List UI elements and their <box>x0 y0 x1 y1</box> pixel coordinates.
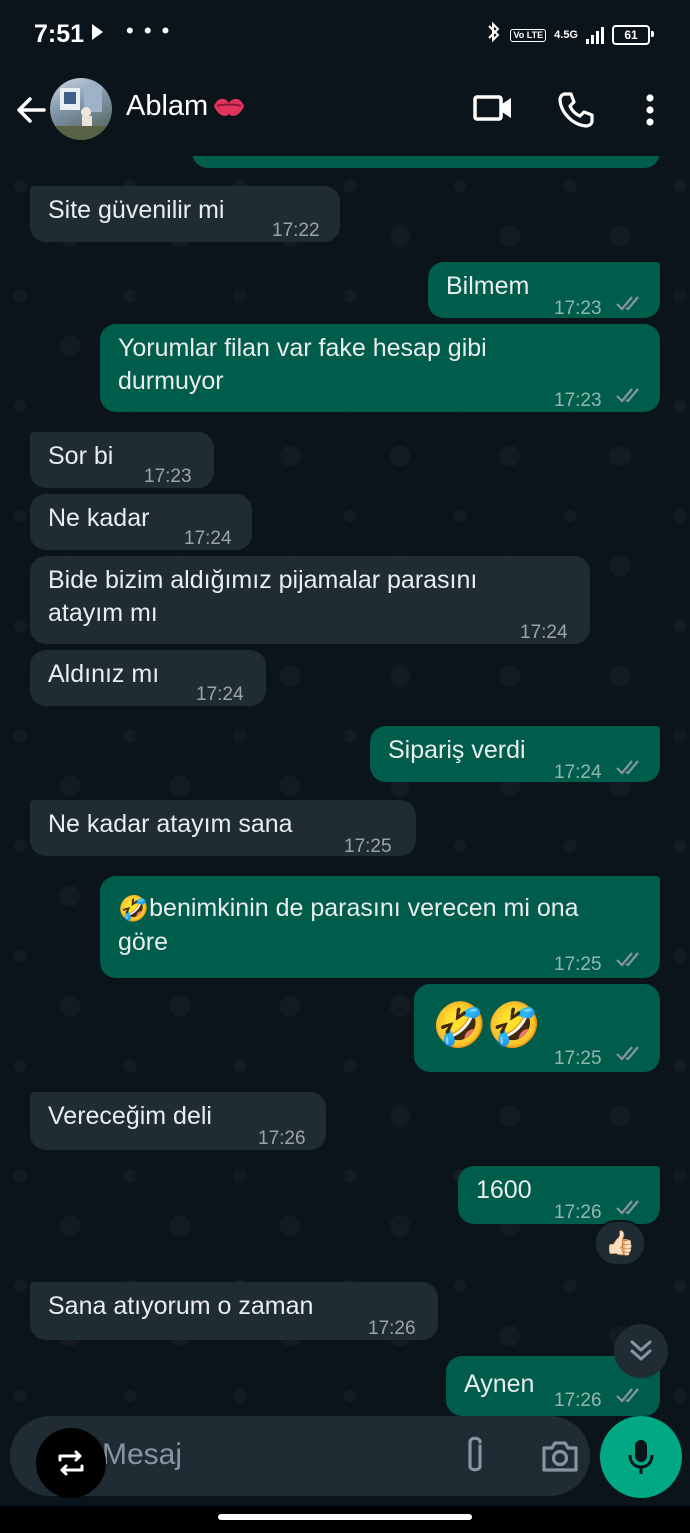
message-text: Ne kadar atayım sana <box>48 810 293 838</box>
message-text: Aldınız mı <box>48 660 160 688</box>
message-text: Yorumlar filan var fake hesap gibi durmu… <box>118 334 487 395</box>
message-bubble-outgoing[interactable] <box>192 156 660 168</box>
volte-badge: Vo LTE <box>510 28 547 42</box>
message-text-body: benimkinin de parasını verecen mi ona gö… <box>118 894 579 956</box>
message-bubble-outgoing[interactable]: Sipariş verdi 17:24 <box>370 726 660 783</box>
message-bubble-incoming[interactable]: Aldınız mı 17:24 <box>30 650 266 706</box>
chat-header: Ablam <box>0 72 690 156</box>
more-options-icon[interactable] <box>642 92 658 128</box>
message-bubble-incoming[interactable]: Sana atıyorum o zaman 17:26 <box>30 1282 438 1340</box>
message-bubble-outgoing[interactable]: 🤣benimkinin de parasını verecen mi ona g… <box>100 876 660 978</box>
message-text: Sor bi <box>48 442 114 470</box>
message-text: Vereceğim deli <box>48 1102 212 1130</box>
message-text: Aynen <box>464 1370 535 1398</box>
message-bubble-incoming[interactable]: Ne kadar atayım sana 17:25 <box>30 800 416 857</box>
read-receipt-icon <box>616 1046 639 1061</box>
message-bubble-incoming[interactable]: Site güvenilir mi 17:22 <box>30 186 340 242</box>
message-bubble-incoming[interactable]: Ne kadar 17:24 <box>30 494 252 550</box>
message-time: 17:26 <box>554 1202 602 1223</box>
read-receipt-icon <box>616 1200 639 1215</box>
message-time: 17:24 <box>196 684 244 705</box>
read-receipt-icon <box>616 296 639 311</box>
status-time: 7:51 <box>34 20 85 48</box>
kiss-mark-icon <box>214 98 244 116</box>
message-bubble-incoming[interactable]: Vereceğim deli 17:26 <box>30 1092 326 1150</box>
message-text: Sipariş verdi <box>388 736 526 764</box>
message-bubble-outgoing[interactable]: 🤣🤣 17:25 <box>414 984 660 1072</box>
message-bubble-incoming[interactable]: Bide bizim aldığımız pijamalar parasını … <box>30 556 590 644</box>
message-text: Bilmem <box>446 272 530 300</box>
bluetooth-icon <box>486 20 502 50</box>
message-time: 17:24 <box>184 528 232 549</box>
message-bubble-outgoing[interactable]: 1600 17:26 <box>458 1166 660 1224</box>
message-text: Bide bizim aldığımız pijamalar parasını … <box>48 566 478 627</box>
message-text: 1600 <box>476 1176 532 1204</box>
read-receipt-icon <box>616 952 639 967</box>
message-time: 17:24 <box>554 762 602 783</box>
battery-icon: 61 <box>612 25 654 45</box>
message-bubble-outgoing[interactable]: Yorumlar filan var fake hesap gibi durmu… <box>100 324 660 412</box>
status-bar: 7:51 • • • Vo LTE 4.5G 61 <box>0 0 690 72</box>
message-time: 17:26 <box>554 1390 602 1411</box>
message-time: 17:23 <box>554 298 602 319</box>
status-dots: • • • <box>126 18 172 43</box>
message-bubble-outgoing[interactable]: Bilmem 17:23 <box>428 262 660 319</box>
message-placeholder: Mesaj <box>102 1438 183 1471</box>
message-time: 17:22 <box>272 220 320 241</box>
attach-icon[interactable] <box>460 1434 490 1478</box>
message-time: 17:26 <box>368 1318 416 1339</box>
message-text: Sana atıyorum o zaman <box>48 1292 314 1320</box>
message-time: 17:26 <box>258 1128 306 1149</box>
message-text: 🤣benimkinin de parasını verecen mi ona g… <box>118 892 579 959</box>
home-gesture-handle[interactable] <box>218 1514 472 1520</box>
message-time: 17:23 <box>144 466 192 487</box>
contact-avatar[interactable] <box>50 78 112 140</box>
voice-call-icon[interactable] <box>556 90 596 130</box>
microphone-icon <box>628 1440 654 1474</box>
voice-message-button[interactable] <box>600 1416 682 1498</box>
message-list[interactable]: Site güvenilir mi 17:22 Bilmem 17:23 Yor… <box>0 156 690 1416</box>
back-arrow-icon[interactable] <box>14 92 50 128</box>
scroll-to-bottom-button[interactable] <box>614 1324 668 1378</box>
network-type: 4.5G <box>554 28 578 41</box>
message-time: 17:25 <box>554 954 602 975</box>
read-receipt-icon <box>616 760 639 775</box>
message-time: 17:25 <box>344 836 392 857</box>
message-time: 17:24 <box>520 622 568 643</box>
read-receipt-icon <box>616 1388 639 1403</box>
battery-level: 61 <box>624 28 638 42</box>
signal-icon <box>586 26 604 44</box>
switch-arrows-icon <box>58 1450 84 1476</box>
media-playing-icon <box>92 24 103 40</box>
system-navigation-bar <box>0 1506 690 1533</box>
message-text: Site güvenilir mi <box>48 196 225 224</box>
message-time: 17:25 <box>554 1048 602 1069</box>
emoji-message: 🤣🤣 <box>432 1001 542 1050</box>
rofl-emoji: 🤣 <box>118 894 150 923</box>
message-text: Ne kadar <box>48 504 150 532</box>
camera-icon[interactable] <box>540 1438 580 1474</box>
message-bubble-incoming[interactable]: Sor bi 17:23 <box>30 432 214 488</box>
video-call-icon[interactable] <box>472 92 514 124</box>
floating-switch-button[interactable] <box>36 1428 106 1498</box>
status-indicators: Vo LTE 4.5G 61 <box>486 20 654 50</box>
message-time: 17:23 <box>554 390 602 411</box>
message-reaction[interactable]: 👍🏻 <box>594 1220 646 1266</box>
contact-name[interactable]: Ablam <box>126 90 208 123</box>
double-chevron-down-icon <box>630 1340 652 1361</box>
read-receipt-icon <box>616 388 639 403</box>
